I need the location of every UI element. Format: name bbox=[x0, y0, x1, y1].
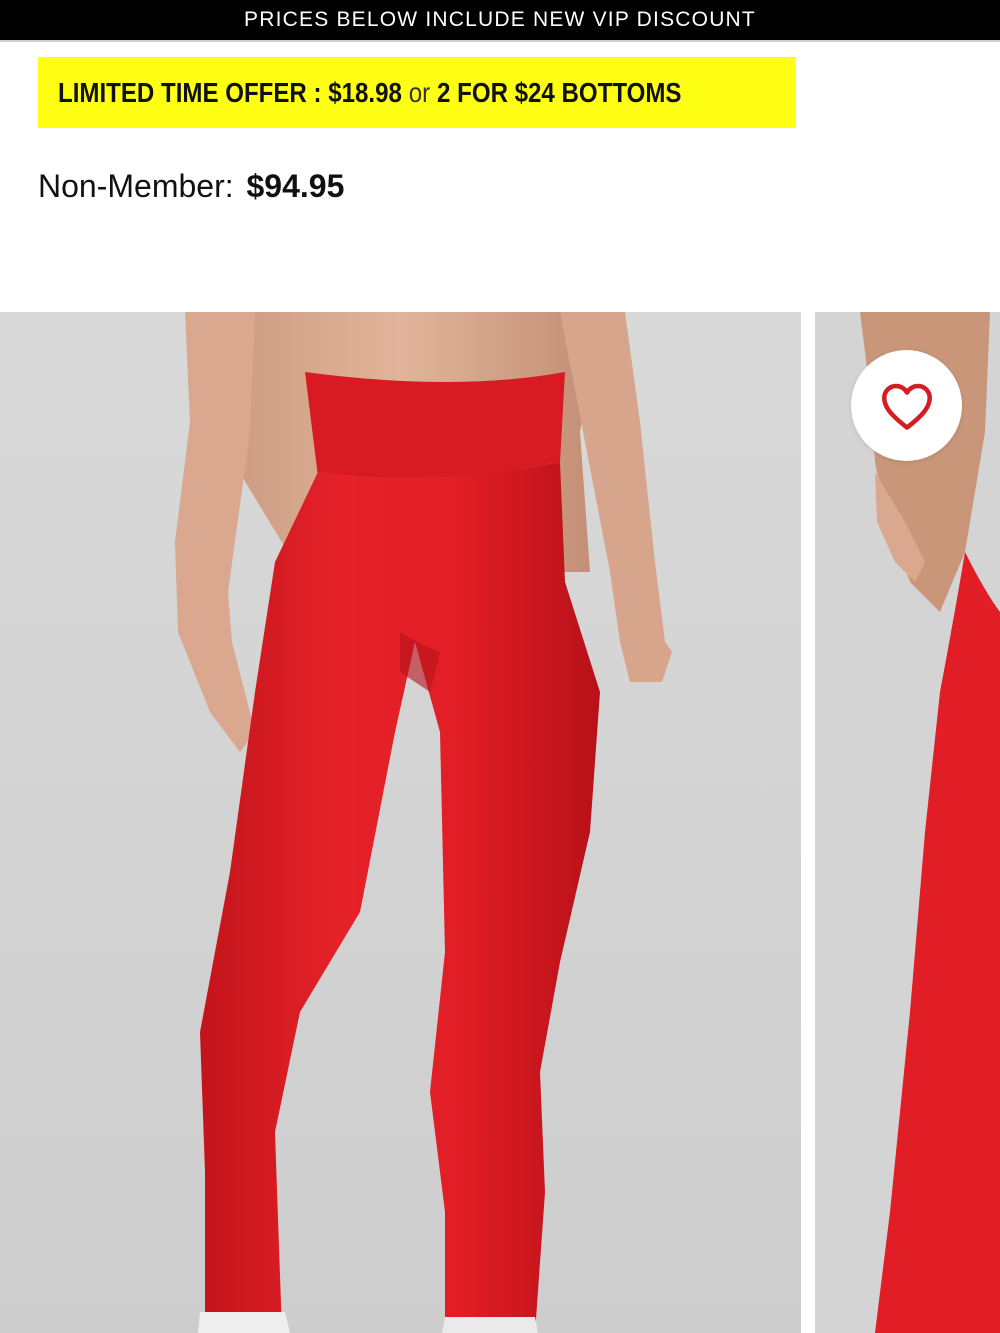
offer-suffix: 2 FOR $24 BOTTOMS bbox=[437, 76, 682, 108]
offer-prefix: LIMITED TIME OFFER : $18.98 bbox=[58, 76, 402, 108]
non-member-price-value: $94.95 bbox=[246, 168, 345, 204]
vip-discount-banner: PRICES BELOW INCLUDE NEW VIP DISCOUNT bbox=[0, 0, 1000, 42]
favorite-button[interactable] bbox=[851, 350, 962, 461]
product-image-gallery[interactable] bbox=[0, 312, 1000, 1333]
heart-icon bbox=[881, 383, 932, 430]
offer-text: LIMITED TIME OFFER : $18.98 or 2 FOR $24 B… bbox=[58, 77, 681, 109]
product-image-main[interactable] bbox=[0, 312, 801, 1333]
vip-discount-text: PRICES BELOW INCLUDE NEW VIP DISCOUNT bbox=[244, 8, 756, 31]
limited-offer-banner: LIMITED TIME OFFER : $18.98 or 2 FOR $24 B… bbox=[38, 57, 796, 128]
leggings-side-illustration bbox=[815, 312, 1000, 1333]
offer-or: or bbox=[408, 76, 431, 108]
non-member-label: Non-Member: bbox=[38, 168, 234, 204]
product-image-secondary[interactable] bbox=[815, 312, 1000, 1333]
leggings-front-illustration bbox=[0, 312, 801, 1333]
non-member-price: Non-Member: $94.95 bbox=[38, 168, 344, 205]
